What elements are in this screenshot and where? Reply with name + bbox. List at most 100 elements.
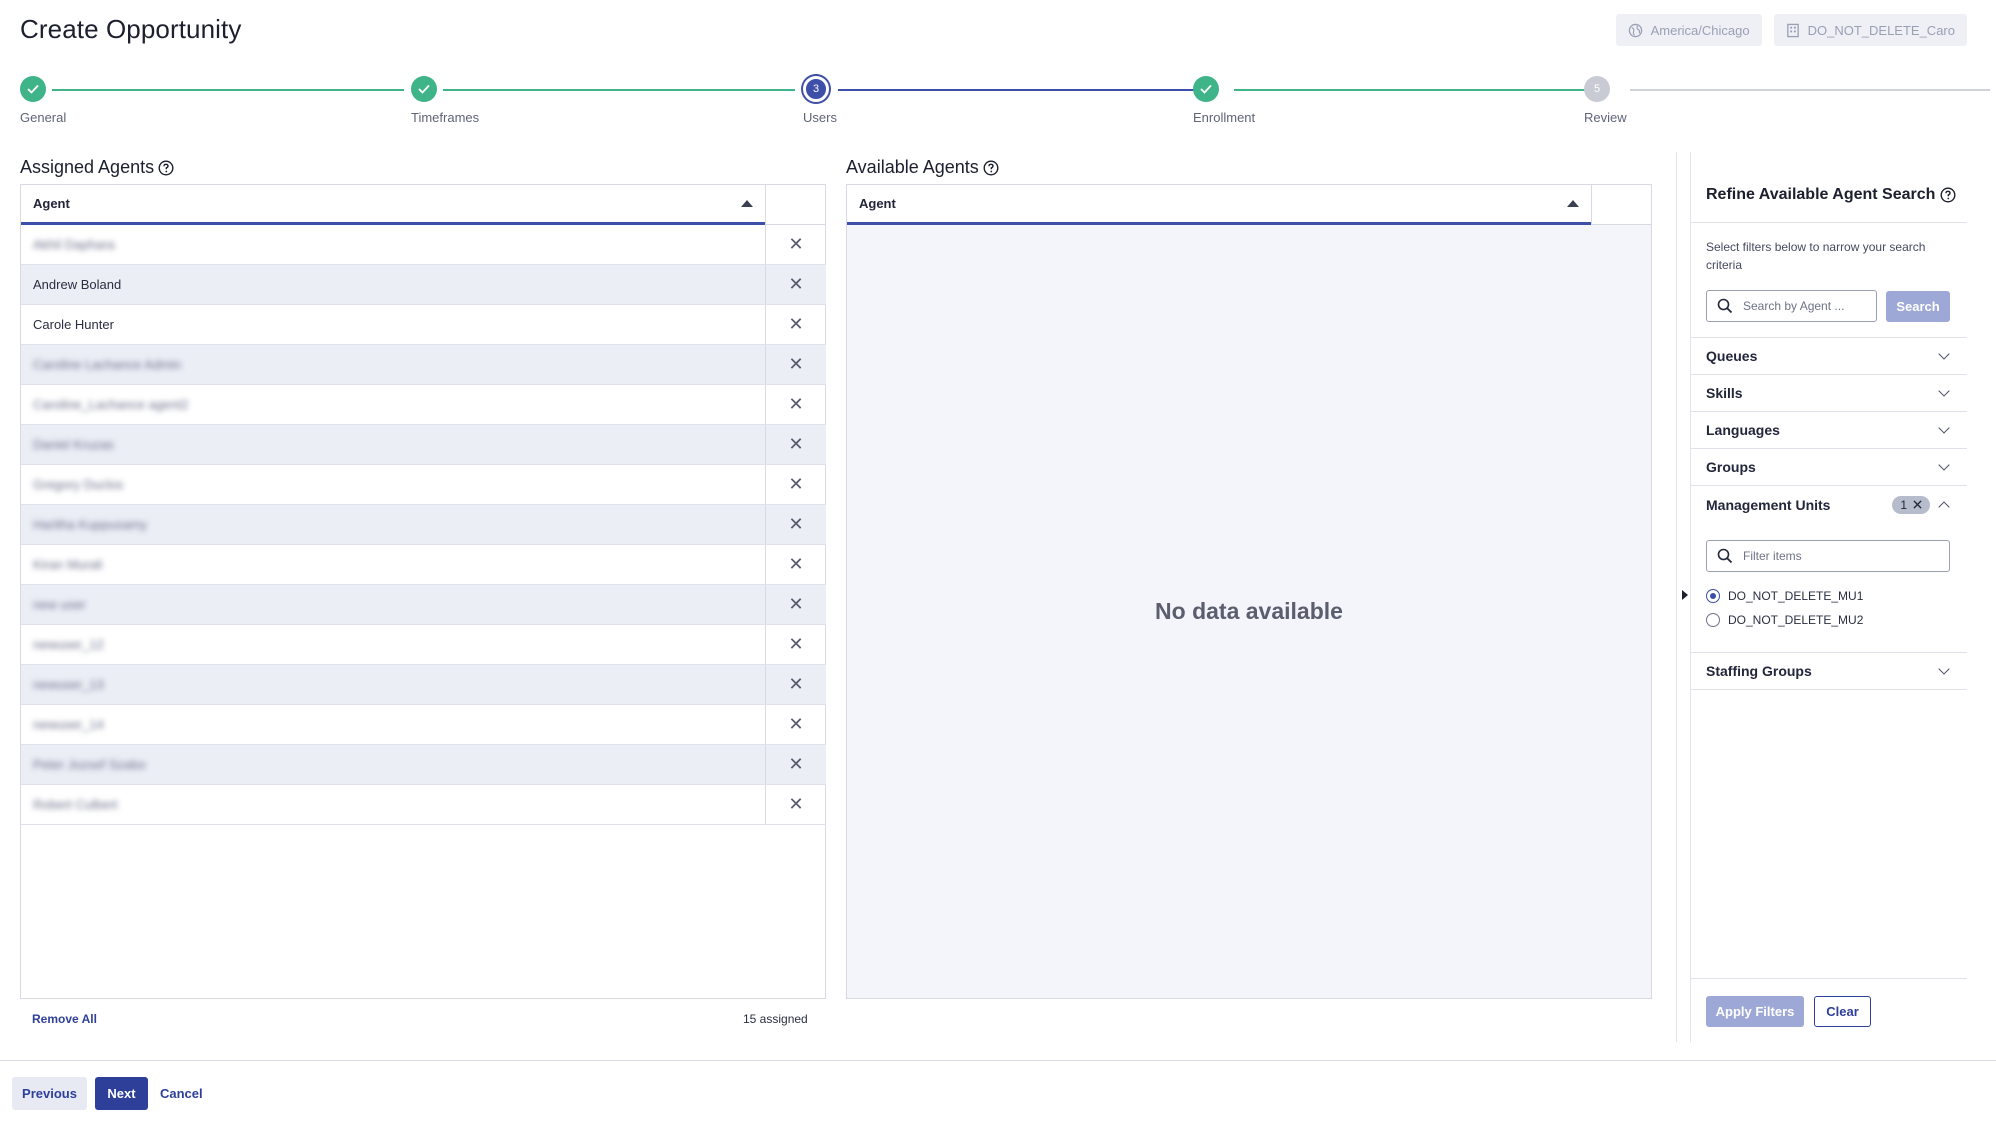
remove-agent-button[interactable]: ✕ <box>765 625 826 664</box>
search-button[interactable]: Search <box>1886 291 1950 322</box>
step-timeframes[interactable]: Timeframes <box>411 76 531 125</box>
apply-filters-button[interactable]: Apply Filters <box>1706 996 1804 1027</box>
step-general[interactable]: General <box>20 76 140 125</box>
management-unit-option[interactable]: DO_NOT_DELETE_MU1 <box>1706 589 1863 603</box>
business-unit-label: DO_NOT_DELETE_Caro <box>1807 22 1955 38</box>
help-icon[interactable] <box>983 159 999 176</box>
search-icon <box>1717 548 1733 564</box>
accordion-staffing-groups[interactable]: Staffing Groups <box>1691 653 1967 690</box>
remove-agent-button[interactable]: ✕ <box>765 545 826 584</box>
table-row[interactable]: Gregory Duclos ✕ <box>21 465 826 505</box>
timezone-chip[interactable]: America/Chicago <box>1615 14 1762 46</box>
step-label: Enrollment <box>1193 110 1256 125</box>
agent-name-cell: Kiran Murali <box>21 545 765 584</box>
cancel-button[interactable]: Cancel <box>160 1077 203 1110</box>
table-row[interactable]: newuser_14 ✕ <box>21 705 826 745</box>
radio-unselected[interactable] <box>1706 613 1720 627</box>
accordion-label: Groups <box>1706 459 1756 475</box>
table-row[interactable]: Robert Culbert ✕ <box>21 785 826 825</box>
option-label: DO_NOT_DELETE_MU2 <box>1728 613 1864 627</box>
agent-name-cell: Robert Culbert <box>21 785 765 824</box>
accordion-groups[interactable]: Groups <box>1691 449 1967 486</box>
agent-name: Akhil Daphara <box>33 237 115 252</box>
remove-agent-button[interactable]: ✕ <box>765 585 826 624</box>
remove-agent-button[interactable]: ✕ <box>765 265 826 304</box>
table-row[interactable]: Caroline_Lachance agent2 ✕ <box>21 385 826 425</box>
table-row[interactable]: newuser_13 ✕ <box>21 665 826 705</box>
close-icon[interactable] <box>1913 500 1922 509</box>
previous-button[interactable]: Previous <box>12 1077 87 1110</box>
close-icon: ✕ <box>788 674 804 694</box>
table-row[interactable]: Daniel Kruzas ✕ <box>21 425 826 465</box>
remove-agent-button[interactable]: ✕ <box>765 465 826 504</box>
accordion-label: Staffing Groups <box>1706 663 1812 679</box>
step-users[interactable]: 3 Users <box>803 76 923 125</box>
table-row[interactable]: Peter Jozsef Szabo ✕ <box>21 745 826 785</box>
chevron-up-icon <box>1938 500 1950 513</box>
agent-name: Caroline_Lachance agent2 <box>33 397 189 412</box>
top-chips: America/Chicago DO_NOT_DELETE_Caro <box>1615 14 1967 46</box>
agent-name: Carole Hunter <box>33 317 114 332</box>
agent-name-cell: Andrew Boland <box>21 265 765 304</box>
business-unit-chip[interactable]: DO_NOT_DELETE_Caro <box>1773 14 1967 46</box>
help-icon[interactable] <box>1940 187 1956 203</box>
building-icon <box>1786 23 1799 37</box>
agent-name: new user <box>33 597 86 612</box>
action-column-header <box>1591 185 1652 225</box>
agent-search-input[interactable]: Search by Agent ... <box>1706 290 1877 322</box>
step-review[interactable]: 5 Review <box>1584 76 1704 125</box>
remove-agent-button[interactable]: ✕ <box>765 665 826 704</box>
agent-name-cell: Haritha Kuppusamy <box>21 505 765 544</box>
selected-count-badge[interactable]: 1 <box>1892 495 1930 514</box>
remove-agent-button[interactable]: ✕ <box>765 385 826 424</box>
remove-agent-button[interactable]: ✕ <box>765 785 826 824</box>
agent-column-header[interactable]: Agent <box>21 185 765 225</box>
close-icon: ✕ <box>788 354 804 374</box>
table-row[interactable]: Kiran Murali ✕ <box>21 545 826 585</box>
agent-column-header[interactable]: Agent <box>847 185 1591 225</box>
help-icon[interactable] <box>158 159 174 176</box>
accordion-label: Skills <box>1706 385 1743 401</box>
remove-all-link[interactable]: Remove All <box>32 1012 97 1026</box>
filter-panel: Refine Available Agent Search Select fil… <box>1691 154 1967 1044</box>
remove-agent-button[interactable]: ✕ <box>765 745 826 784</box>
management-unit-option[interactable]: DO_NOT_DELETE_MU2 <box>1706 613 1863 627</box>
table-header: Agent <box>21 185 826 225</box>
accordion-queues[interactable]: Queues <box>1691 338 1967 375</box>
remove-agent-button[interactable]: ✕ <box>765 305 826 344</box>
clear-button[interactable]: Clear <box>1814 996 1871 1027</box>
accordion-skills[interactable]: Skills <box>1691 375 1967 412</box>
table-row[interactable]: Haritha Kuppusamy ✕ <box>21 505 826 545</box>
close-icon: ✕ <box>788 554 804 574</box>
remove-agent-button[interactable]: ✕ <box>765 425 826 464</box>
remove-agent-button[interactable]: ✕ <box>765 225 826 264</box>
accordion-management-units[interactable]: Management Units 1 <box>1691 486 1967 523</box>
table-row[interactable]: new user ✕ <box>21 585 826 625</box>
chevron-down-icon <box>1938 663 1950 675</box>
step-enrollment[interactable]: Enrollment <box>1193 76 1313 125</box>
remove-agent-button[interactable]: ✕ <box>765 345 826 384</box>
accordion-languages[interactable]: Languages <box>1691 412 1967 449</box>
remove-agent-button[interactable]: ✕ <box>765 705 826 744</box>
agent-name-cell: newuser_14 <box>21 705 765 744</box>
table-row[interactable]: Andrew Boland ✕ <box>21 265 826 305</box>
step-label: Users <box>803 110 837 125</box>
table-row[interactable]: newuser_12 ✕ <box>21 625 826 665</box>
agent-name: Peter Jozsef Szabo <box>33 757 146 772</box>
collapse-panel-icon[interactable] <box>1682 590 1688 600</box>
agent-name-cell: Akhil Daphara <box>21 225 765 264</box>
check-icon <box>411 76 437 102</box>
remove-agent-button[interactable]: ✕ <box>765 505 826 544</box>
close-icon: ✕ <box>788 794 804 814</box>
agent-name: newuser_13 <box>33 677 104 692</box>
available-agents-table: Agent No data available <box>846 184 1652 999</box>
table-row[interactable]: Akhil Daphara ✕ <box>21 225 826 265</box>
close-icon: ✕ <box>788 314 804 334</box>
column-header-label: Agent <box>33 196 70 211</box>
table-row[interactable]: Caroline Lachance Admin ✕ <box>21 345 826 385</box>
next-button[interactable]: Next <box>95 1077 148 1110</box>
agent-name: newuser_12 <box>33 637 104 652</box>
table-row[interactable]: Carole Hunter ✕ <box>21 305 826 345</box>
filter-items-input[interactable]: Filter items <box>1706 540 1950 572</box>
radio-selected[interactable] <box>1706 589 1720 603</box>
